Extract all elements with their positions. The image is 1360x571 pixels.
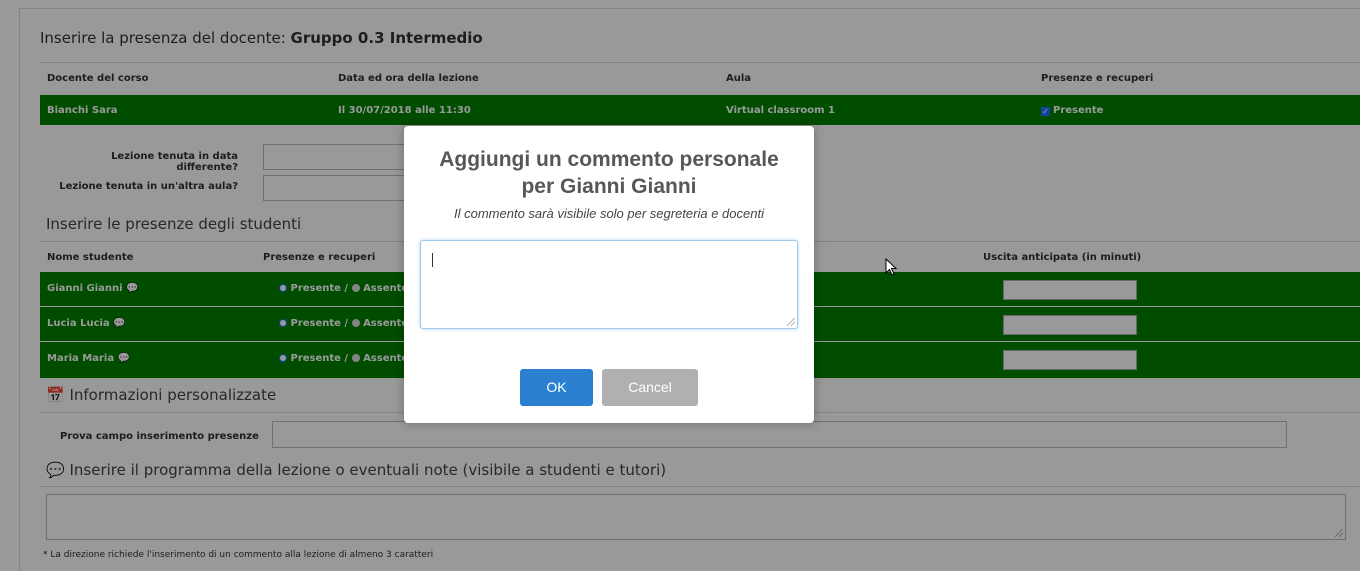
comment-textarea[interactable]	[420, 240, 798, 329]
ok-button[interactable]: OK	[520, 369, 593, 406]
modal-title-line1: Aggiungi un commento personale	[439, 148, 779, 171]
mouse-cursor-icon	[885, 258, 898, 276]
modal-title: Aggiungi un commento personale per Giann…	[404, 146, 814, 200]
text-caret	[432, 253, 433, 267]
modal-title-line2: per Gianni Gianni	[521, 175, 697, 198]
comment-modal: Aggiungi un commento personale per Giann…	[404, 126, 814, 423]
cancel-button[interactable]: Cancel	[602, 369, 698, 406]
modal-subtitle: Il commento sarà visibile solo per segre…	[454, 206, 764, 221]
resize-handle[interactable]	[787, 318, 795, 326]
